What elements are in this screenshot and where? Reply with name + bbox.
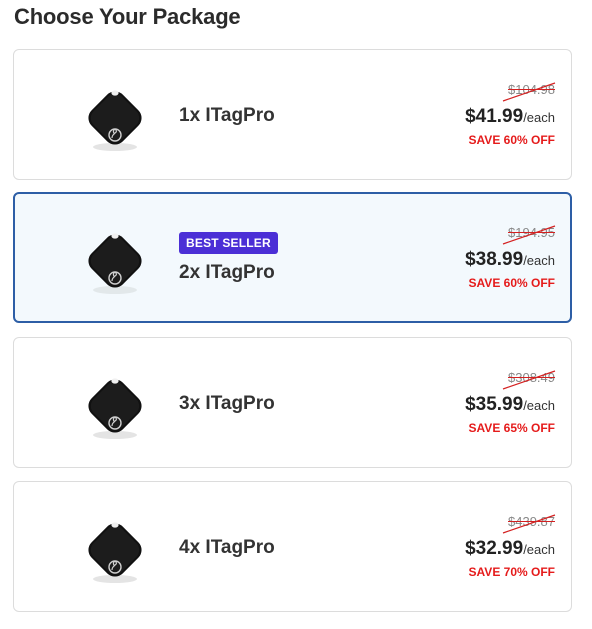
- original-price: $104.98: [508, 82, 555, 97]
- save-label: SAVE 60% OFF: [468, 133, 555, 147]
- price: $41.99/each: [465, 106, 555, 128]
- price-amount: $35.99: [465, 394, 524, 415]
- price-amount: $32.99: [465, 538, 524, 559]
- price-unit: /each: [523, 542, 555, 557]
- price-amount: $41.99: [465, 106, 524, 127]
- save-label: SAVE 70% OFF: [468, 565, 555, 579]
- itag-tracker-icon: [78, 369, 152, 443]
- package-name: 1x ITagPro: [179, 105, 275, 126]
- original-price: $308.49: [508, 370, 555, 385]
- price-unit: /each: [523, 253, 555, 268]
- original-price: $439.87: [508, 514, 555, 529]
- save-label: SAVE 60% OFF: [468, 276, 555, 290]
- price-unit: /each: [523, 110, 555, 125]
- package-option-4[interactable]: 4x ITagPro $439.87 $32.99/each SAVE 70% …: [13, 481, 572, 612]
- price-amount: $38.99: [465, 249, 524, 270]
- price: $38.99/each: [465, 249, 555, 271]
- best-seller-badge: BEST SELLER: [179, 232, 278, 254]
- package-name: 3x ITagPro: [179, 393, 275, 414]
- save-label: SAVE 65% OFF: [468, 421, 555, 435]
- package-option-2[interactable]: BEST SELLER 2x ITagPro $194.95 $38.99/ea…: [13, 192, 572, 323]
- package-name: 4x ITagPro: [179, 537, 275, 558]
- original-price: $194.95: [508, 225, 555, 240]
- itag-tracker-icon: [78, 513, 152, 587]
- package-name: 2x ITagPro: [179, 262, 275, 283]
- package-option-3[interactable]: 3x ITagPro $308.49 $35.99/each SAVE 65% …: [13, 337, 572, 468]
- itag-tracker-icon: [78, 81, 152, 155]
- package-option-1[interactable]: 1x ITagPro $104.98 $41.99/each SAVE 60% …: [13, 49, 572, 180]
- price: $32.99/each: [465, 538, 555, 560]
- price-unit: /each: [523, 398, 555, 413]
- price: $35.99/each: [465, 394, 555, 416]
- itag-tracker-icon: [78, 224, 152, 298]
- page-title: Choose Your Package: [14, 4, 241, 29]
